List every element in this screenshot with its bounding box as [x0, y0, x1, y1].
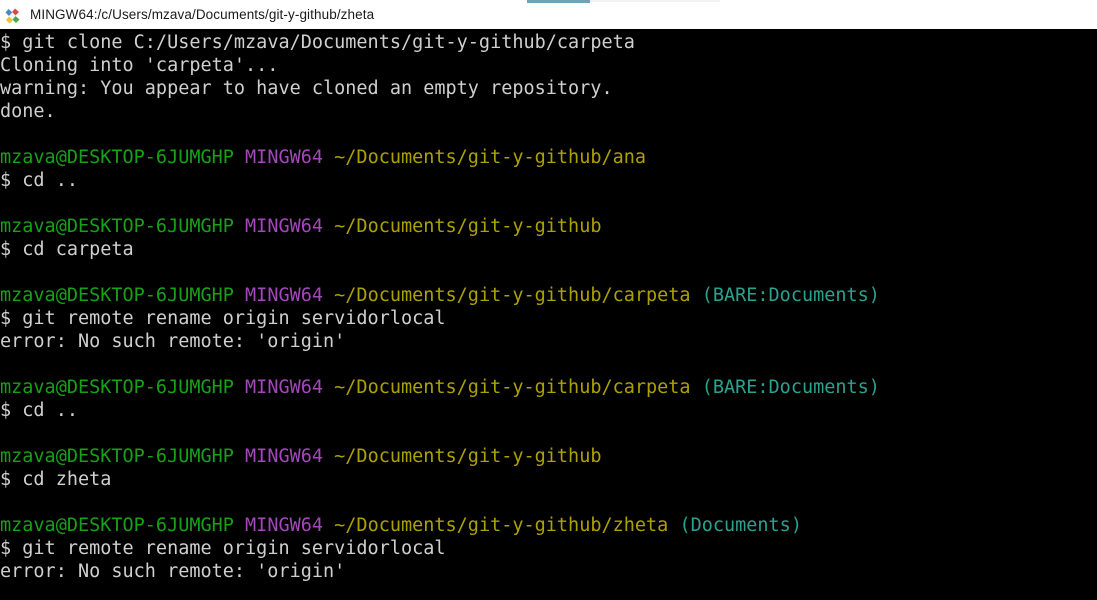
prompt-symbol: $: [0, 400, 23, 421]
terminal-prompt-line: mzava@DESKTOP-6JUMGHP MINGW64 ~/Document…: [0, 376, 1097, 399]
prompt-shell-tag: MINGW64: [245, 446, 324, 467]
terminal-output-line: done.: [0, 100, 1097, 123]
prompt-repo-status: (Documents): [679, 515, 802, 536]
prompt-repo-status: (BARE:Documents): [701, 285, 880, 306]
command-text: cd ..: [22, 400, 78, 421]
prompt-path: ~/Documents/git-y-github/carpeta: [334, 377, 691, 398]
prompt-path: ~/Documents/git-y-github: [334, 446, 602, 467]
terminal-prompt-line: mzava@DESKTOP-6JUMGHP MINGW64 ~/Document…: [0, 146, 1097, 169]
prompt-shell-tag: MINGW64: [245, 216, 324, 237]
terminal-screen[interactable]: $ git clone C:/Users/mzava/Documents/git…: [0, 29, 1097, 600]
terminal-prompt-line: mzava@DESKTOP-6JUMGHP MINGW64 ~/Document…: [0, 215, 1097, 238]
prompt-user-host: mzava@DESKTOP-6JUMGHP: [0, 515, 234, 536]
prompt-path: ~/Documents/git-y-github: [334, 216, 602, 237]
prompt-path: ~/Documents/git-y-github/ana: [334, 147, 647, 168]
prompt-path: ~/Documents/git-y-github/zheta: [334, 515, 669, 536]
command-text: git remote rename origin servidorlocal: [22, 538, 446, 559]
terminal-output-line: error: No such remote: 'origin': [0, 330, 1097, 353]
terminal-prompt-line: mzava@DESKTOP-6JUMGHP MINGW64 ~/Document…: [0, 445, 1097, 468]
terminal-command-line: $ git remote rename origin servidorlocal: [0, 537, 1097, 560]
terminal-command-line: $ git remote rename origin servidorlocal: [0, 307, 1097, 330]
prompt-shell-tag: MINGW64: [245, 147, 324, 168]
prompt-path: ~/Documents/git-y-github/carpeta: [334, 285, 691, 306]
prompt-symbol: $: [0, 239, 23, 260]
prompt-user-host: mzava@DESKTOP-6JUMGHP: [0, 285, 234, 306]
terminal-command-line: $ cd zheta: [0, 468, 1097, 491]
prompt-user-host: mzava@DESKTOP-6JUMGHP: [0, 446, 234, 467]
prompt-shell-tag: MINGW64: [245, 515, 324, 536]
prompt-symbol: $: [0, 538, 23, 559]
terminal-output-line: error: No such remote: 'origin': [0, 560, 1097, 583]
tab-edge-fill: [590, 0, 720, 2]
terminal-prompt-line: mzava@DESKTOP-6JUMGHP MINGW64 ~/Document…: [0, 284, 1097, 307]
command-text: cd carpeta: [22, 239, 134, 260]
output-text: done.: [0, 101, 56, 122]
terminal-command-line: $ git clone C:/Users/mzava/Documents/git…: [0, 31, 1097, 54]
window-titlebar[interactable]: MINGW64:/c/Users/mzava/Documents/git-y-g…: [0, 0, 1097, 29]
terminal-prompt-line: mzava@DESKTOP-6JUMGHP MINGW64 ~/Document…: [0, 514, 1097, 537]
output-text: error: No such remote: 'origin': [0, 561, 346, 582]
git-bash-icon: [4, 6, 24, 26]
output-text: warning: You appear to have cloned an em…: [0, 78, 613, 99]
command-text: cd zheta: [22, 469, 112, 490]
prompt-symbol: $: [0, 469, 23, 490]
output-text: Cloning into 'carpeta'...: [0, 55, 279, 76]
terminal-command-line: $ cd carpeta: [0, 238, 1097, 261]
terminal-command-line: $ cd ..: [0, 399, 1097, 422]
window-title: MINGW64:/c/Users/mzava/Documents/git-y-g…: [30, 7, 375, 22]
prompt-symbol: $: [0, 170, 23, 191]
output-text: error: No such remote: 'origin': [0, 331, 346, 352]
window-top-strip: [0, 0, 1097, 3]
prompt-symbol: $: [0, 32, 23, 53]
tab-edge-accent: [527, 0, 590, 3]
prompt-shell-tag: MINGW64: [245, 285, 324, 306]
prompt-user-host: mzava@DESKTOP-6JUMGHP: [0, 216, 234, 237]
terminal-output-line: Cloning into 'carpeta'...: [0, 54, 1097, 77]
command-text: cd ..: [22, 170, 78, 191]
prompt-user-host: mzava@DESKTOP-6JUMGHP: [0, 377, 234, 398]
prompt-symbol: $: [0, 308, 23, 329]
terminal-command-line: $ cd ..: [0, 169, 1097, 192]
prompt-repo-status: (BARE:Documents): [701, 377, 880, 398]
prompt-shell-tag: MINGW64: [245, 377, 324, 398]
terminal-output: $ git clone C:/Users/mzava/Documents/git…: [0, 31, 1097, 583]
command-text: git remote rename origin servidorlocal: [22, 308, 446, 329]
terminal-output-line: warning: You appear to have cloned an em…: [0, 77, 1097, 100]
prompt-user-host: mzava@DESKTOP-6JUMGHP: [0, 147, 234, 168]
command-text: git clone C:/Users/mzava/Documents/git-y…: [22, 32, 635, 53]
